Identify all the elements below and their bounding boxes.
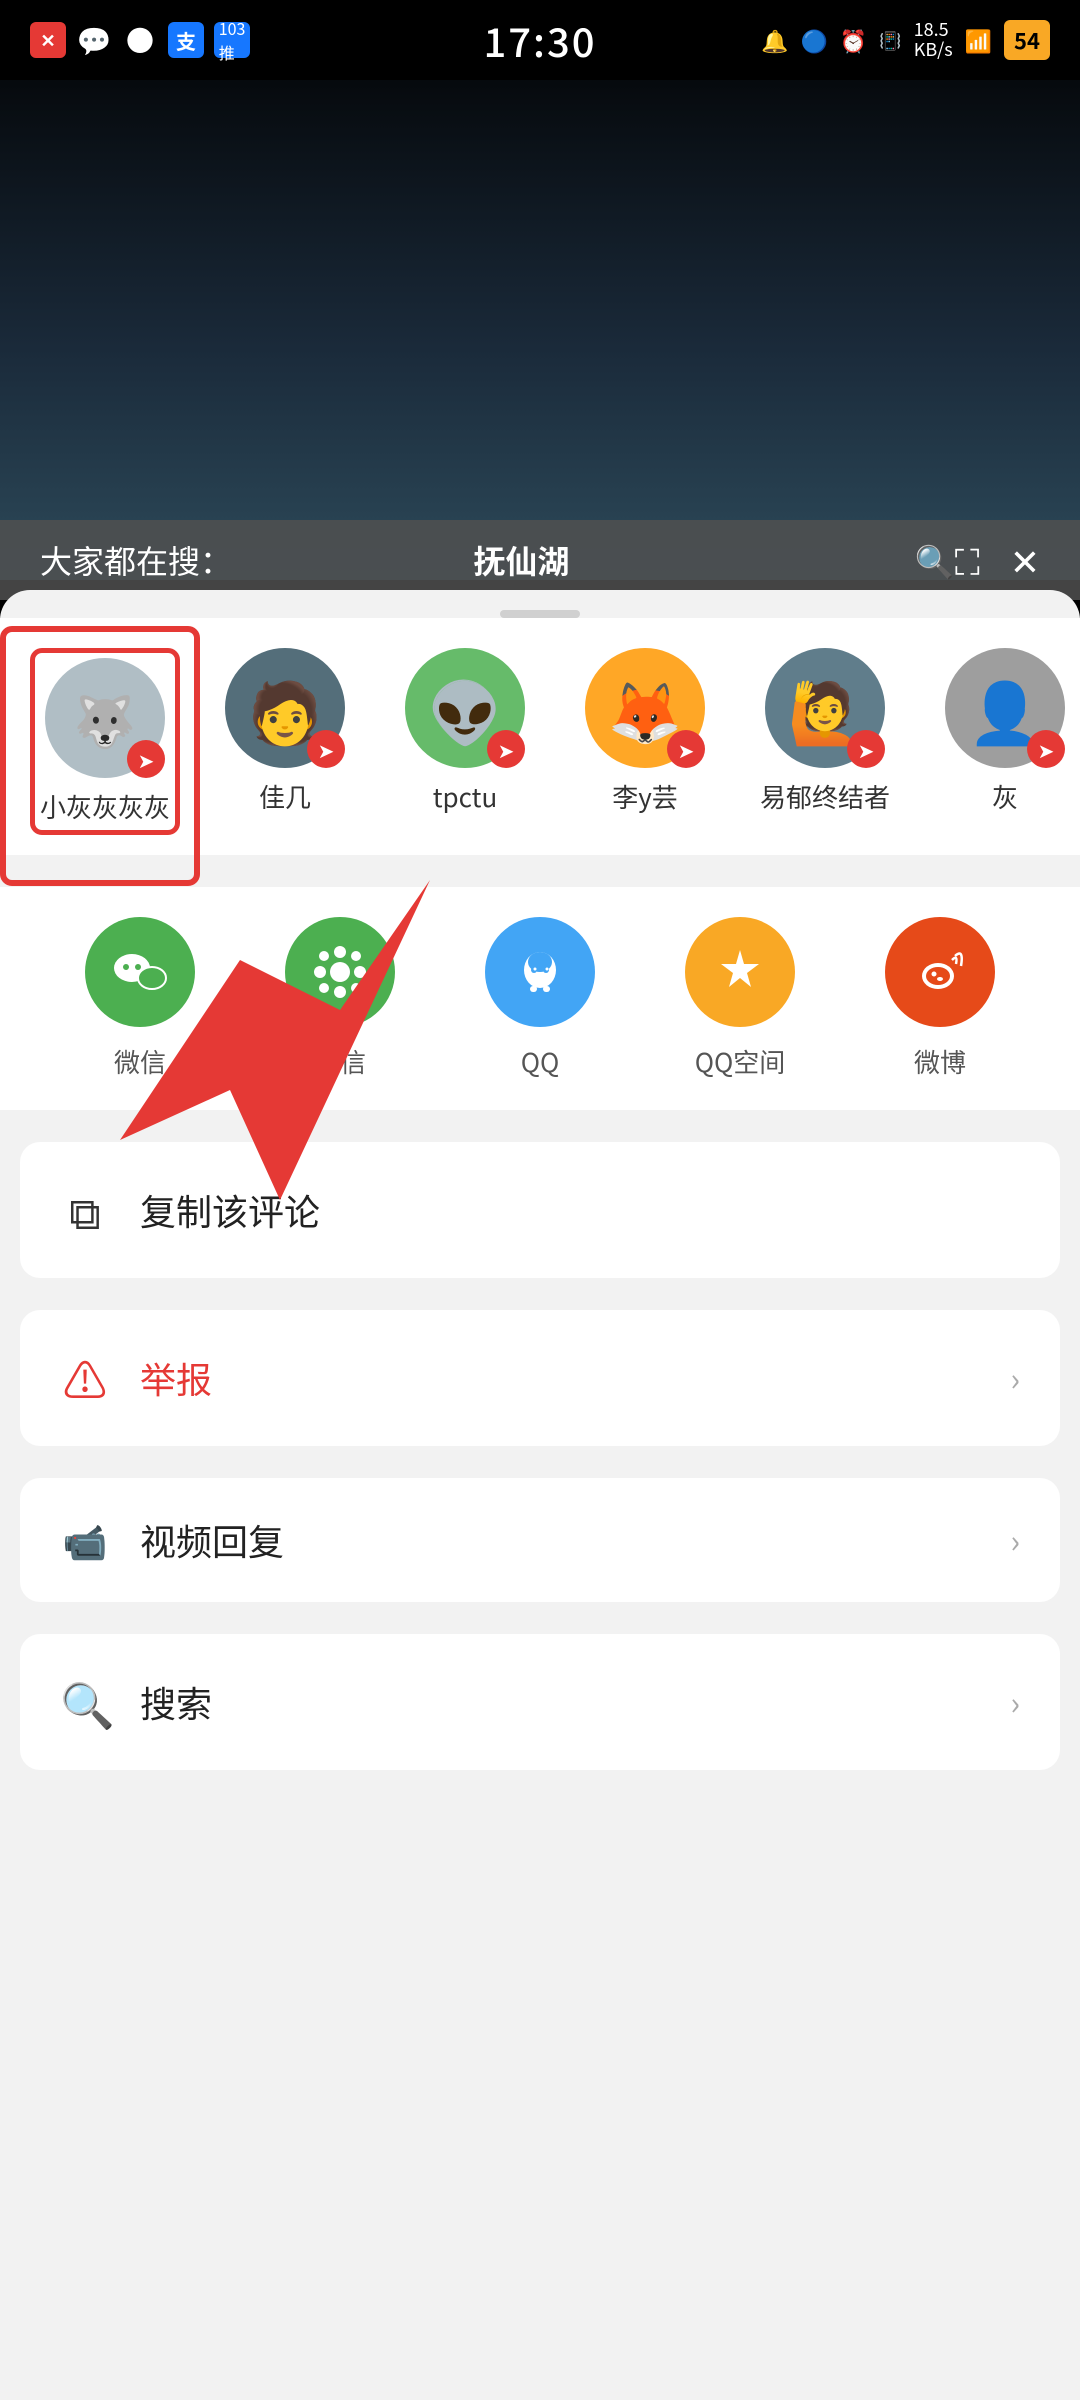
wechat-label: 微信 [114,1043,166,1080]
contact-item-5[interactable]: 👤 ➤ 灰 [930,648,1080,835]
status-icons-right: 🔔 🔵 ⏰ 📳 18.5KB/s 📶 54 [761,20,1050,60]
search-icon: 🔍 [60,1670,110,1734]
contact-send-btn-0[interactable]: ➤ [127,740,165,778]
contact-avatar-wrap-4: 🙋 ➤ [765,648,885,768]
contact-item-1[interactable]: 🧑 ➤ 佳几 [210,648,360,835]
copy-action[interactable]: ⧉ 复制该评论 [20,1142,1060,1278]
contact-name-0: 小灰灰灰灰 [40,788,170,825]
contact-avatar-wrap-3: 🦊 ➤ [585,648,705,768]
divider-3 [0,1294,1080,1310]
battery-indicator: 54 [1004,20,1050,60]
contact-send-btn-3[interactable]: ➤ [667,730,705,768]
contact-send-btn-1[interactable]: ➤ [307,730,345,768]
wechat-app-icon [85,917,195,1027]
weibo-label: 微博 [914,1043,966,1080]
contact-item-4[interactable]: 🙋 ➤ 易郁终结者 [750,648,900,835]
wechat-moments-icon [285,917,395,1027]
contact-send-btn-4[interactable]: ➤ [847,730,885,768]
video-icon: 📹 [60,1514,110,1566]
share-qq[interactable]: QQ [485,917,595,1080]
alarm-icon: ⏰ [840,24,867,56]
close-search-button[interactable]: ✕ [1010,534,1040,586]
search-bar[interactable]: 大家都在搜： 抚仙湖 🔍 ⛶ ✕ [0,520,1080,600]
status-time: 17:30 [483,11,596,69]
contact-avatar-wrap-2: 👽 ➤ [405,648,525,768]
qq-app-icon [485,917,595,1027]
contact-send-btn-5[interactable]: ➤ [1027,730,1065,768]
qqzone-label: QQ空间 [695,1043,786,1080]
divider-2 [0,1126,1080,1142]
search-bar-actions: ⛶ ✕ [955,534,1040,586]
contact-send-btn-2[interactable]: ➤ [487,730,525,768]
bottom-sheet: 🐺 ➤ 小灰灰灰灰 🧑 ➤ 佳几 👽 ➤ tpctu [0,590,1080,2400]
expand-button[interactable]: ⛶ [955,534,980,586]
contacts-scroll[interactable]: 🐺 ➤ 小灰灰灰灰 🧑 ➤ 佳几 👽 ➤ tpctu [0,638,1080,845]
video-area [0,0,1080,580]
search-bar-keyword: 抚仙湖 [473,537,906,583]
wechat-moments-label: 微信 [314,1043,366,1080]
report-action[interactable]: ⚠ 举报 › [20,1310,1060,1446]
video-reply-label: 视频回复 [140,1514,980,1566]
contact-avatar-wrap-1: 🧑 ➤ [225,648,345,768]
share-wechat-moments[interactable]: 微信 [285,917,395,1080]
qq-label: QQ [521,1043,560,1080]
contact-name-1: 佳几 [259,778,311,815]
contact-name-5: 灰 [992,778,1018,815]
contact-item-2[interactable]: 👽 ➤ tpctu [390,648,540,835]
status-icons-left: ✕ 💬 ● 支 103推 [30,22,250,58]
divider-5 [0,1618,1080,1634]
search-chevron: › [1010,1679,1020,1725]
record-icon: ● [122,22,158,58]
status-bar: ✕ 💬 ● 支 103推 17:30 🔔 🔵 ⏰ 📳 18.5KB/s 📶 54 [0,0,1080,80]
alipay-icon: 支 [168,22,204,58]
search-label: 搜索 [140,1676,980,1728]
search-action[interactable]: 🔍 搜索 › [20,1634,1060,1770]
contact-item-3[interactable]: 🦊 ➤ 李y芸 [570,648,720,835]
contact-avatar-wrap-0: 🐺 ➤ [45,658,165,778]
share-apps-section: 微信 微信 [0,887,1080,1110]
vibrate-icon: 📳 [879,27,901,53]
x-icon: ✕ [30,22,66,58]
contact-name-2: tpctu [433,778,497,815]
drag-handle [500,610,580,618]
app-icon: 103推 [214,22,250,58]
contacts-section: 🐺 ➤ 小灰灰灰灰 🧑 ➤ 佳几 👽 ➤ tpctu [0,618,1080,855]
video-reply-action[interactable]: 📹 视频回复 › [20,1478,1060,1602]
divider-4 [0,1462,1080,1478]
share-weibo[interactable]: 微博 [885,917,995,1080]
search-bar-prefix: 大家都在搜： [40,537,473,583]
divider-1 [0,871,1080,887]
contact-name-3: 李y芸 [612,778,678,815]
contact-item-0[interactable]: 🐺 ➤ 小灰灰灰灰 [30,648,180,835]
contact-avatar-wrap-5: 👤 ➤ [945,648,1065,768]
wechat-icon: 💬 [76,22,112,58]
wifi-icon: 📶 [965,24,992,56]
share-wechat[interactable]: 微信 [85,917,195,1080]
notification-icon: 🔔 [761,24,788,56]
report-label: 举报 [140,1352,980,1404]
bluetooth-icon: 🔵 [800,24,827,56]
report-chevron: › [1010,1355,1020,1401]
search-small-icon: 🔍 [915,537,955,583]
copy-label: 复制该评论 [140,1184,1020,1236]
network-speed: 18.5KB/s [914,20,953,60]
contact-name-4: 易郁终结者 [760,778,890,815]
qqzone-app-icon [685,917,795,1027]
weibo-app-icon [885,917,995,1027]
warning-icon: ⚠ [60,1346,110,1410]
video-reply-chevron: › [1010,1517,1020,1563]
share-qqzone[interactable]: QQ空间 [685,917,795,1080]
copy-icon: ⧉ [60,1178,110,1242]
